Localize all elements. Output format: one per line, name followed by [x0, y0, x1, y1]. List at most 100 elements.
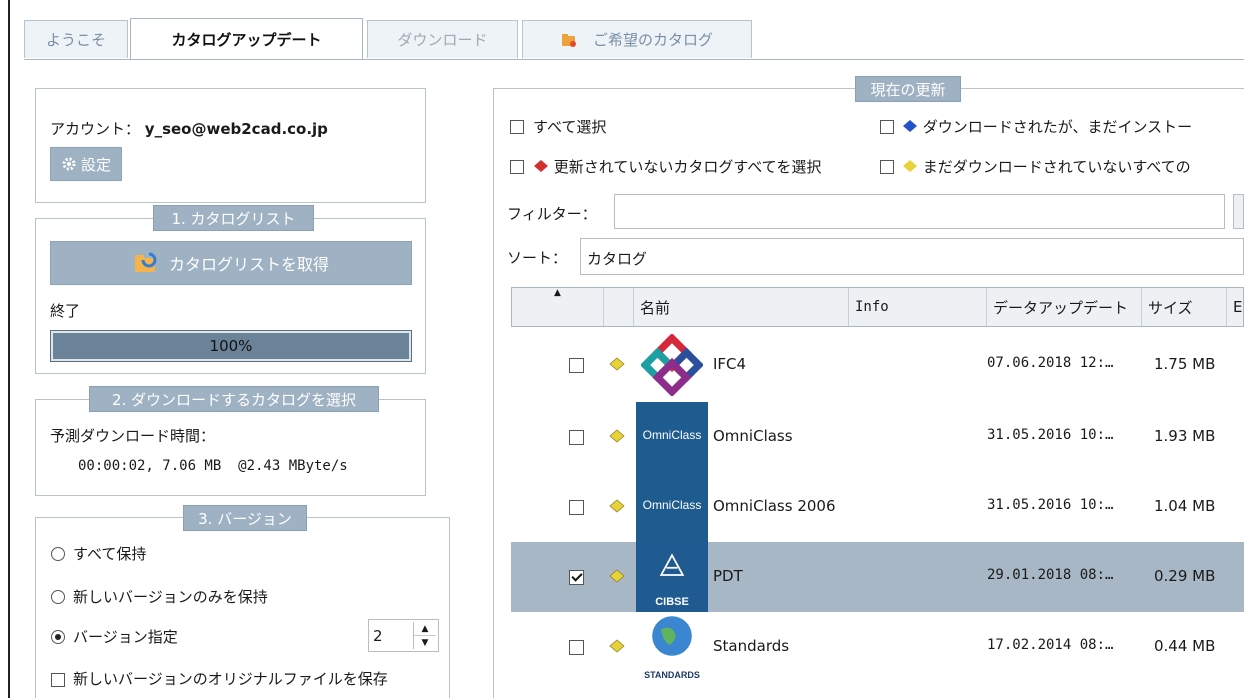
filter-input[interactable] [614, 194, 1225, 229]
table-row[interactable]: OmniClass OmniClass 2006 31.05.2016 10:…… [511, 472, 1244, 542]
yellow-diamond-icon [609, 569, 625, 583]
catalog-size: 1.93 MB [1154, 427, 1216, 445]
folder-heart-icon [561, 33, 576, 47]
tab-label: ご希望のカタログ [592, 31, 713, 49]
yellow-diamond-icon [609, 499, 625, 513]
tab-label: ダウンロード [397, 31, 488, 49]
keep-original-checkbox[interactable] [51, 673, 65, 687]
globe-icon [652, 616, 692, 656]
name-column-header[interactable]: 名前 [634, 288, 849, 326]
downloaded-not-installed-label: ダウンロードされたが、まだインストー [922, 118, 1193, 136]
yellow-diamond-icon [903, 160, 917, 172]
settings-button-label: 設定 [80, 155, 111, 174]
tab-catalog-update[interactable]: カタログアップデート [130, 18, 363, 60]
row-checkbox[interactable] [569, 570, 584, 585]
catalog-name: Standards [713, 637, 790, 655]
catalog-date: 31.05.2016 10:… [987, 427, 1114, 443]
progress-text: 100% [209, 337, 253, 355]
get-catalog-list-button[interactable]: カタログリストを取得 [50, 241, 412, 285]
data-update-column-header[interactable]: データアップデート [987, 288, 1142, 326]
omniclass-logo-text: OmniClass [642, 498, 702, 512]
not-downloaded-label: まだダウンロードされていないすべての [922, 158, 1191, 176]
red-diamond-icon [534, 160, 548, 172]
catalog-logo: OmniClass [636, 402, 708, 472]
tab-label: ようこそ [45, 31, 106, 49]
stepper-up-icon[interactable]: ▲ [414, 622, 436, 636]
sort-asc-icon: ▲ [554, 288, 561, 298]
catalog-date: 17.02.2014 08:… [987, 637, 1114, 653]
catalog-name: PDT [713, 567, 743, 585]
status-column-header[interactable] [604, 288, 634, 326]
version-count-stepper[interactable]: 2 ▲ ▼ [368, 619, 439, 652]
version-count-value: 2 [373, 627, 383, 645]
sort-select-value: カタログ [587, 250, 648, 268]
radio-keep-all[interactable] [51, 547, 65, 561]
downloaded-not-installed-checkbox[interactable] [880, 120, 894, 134]
radio-keep-newest[interactable] [51, 590, 65, 604]
catalog-size: 1.75 MB [1154, 355, 1216, 373]
select-not-updated-checkbox[interactable] [510, 160, 524, 174]
table-row[interactable]: CIBSE PDT 29.01.2018 08:… 0.29 MB [511, 542, 1244, 612]
stepper-buttons: ▲ ▼ [413, 622, 436, 649]
account-panel [35, 88, 426, 203]
filter-button[interactable] [1233, 194, 1244, 229]
table-row[interactable]: OmniClass OmniClass 31.05.2016 10:… 1.93… [511, 402, 1244, 472]
keep-original-label: 新しいバージョンのオリジナルファイルを保存 [73, 670, 388, 688]
catalog-name: IFC4 [713, 355, 747, 373]
catalog-logo: STANDARDS [636, 612, 708, 682]
yellow-diamond-icon [609, 639, 625, 653]
catalog-name: OmniClass [713, 427, 793, 445]
select-all-checkbox[interactable] [510, 120, 524, 134]
row-checkbox[interactable] [569, 500, 584, 515]
extra-column-header[interactable]: E [1227, 288, 1244, 326]
account-row: アカウント： y_seo@web2cad.co.jp [50, 118, 328, 139]
catalog-name: OmniClass 2006 [713, 497, 836, 515]
size-column-header[interactable]: サイズ [1142, 288, 1227, 326]
account-value: y_seo@web2cad.co.jp [144, 120, 328, 138]
row-checkbox[interactable] [569, 640, 584, 655]
cibse-logo-text: CIBSE [655, 596, 689, 608]
info-column-header[interactable]: Info [849, 288, 987, 326]
row-checkbox[interactable] [569, 358, 584, 373]
filter-label: フィルター： [507, 205, 597, 223]
gear-icon [62, 157, 76, 171]
tab-welcome[interactable]: ようこそ [24, 20, 128, 58]
tab-label: カタログアップデート [171, 31, 322, 49]
blue-diamond-icon [903, 120, 917, 132]
keep-newest-label: 新しいバージョンのみを保持 [73, 588, 268, 606]
catalog-size: 0.44 MB [1154, 637, 1216, 655]
stepper-down-icon[interactable]: ▼ [414, 636, 436, 649]
catalog-date: 07.06.2018 12:… [987, 355, 1114, 371]
tab-underline [24, 59, 1244, 60]
sort-column-header[interactable]: ▲ [512, 288, 604, 326]
get-catalog-list-label: カタログリストを取得 [168, 255, 329, 274]
omniclass-logo-text: OmniClass [642, 428, 702, 442]
catalog-logo [636, 330, 708, 400]
sort-label: ソート： [507, 249, 568, 267]
tab-favorite-catalogs[interactable]: ご希望のカタログ [522, 20, 752, 58]
estimate-label: 予測ダウンロード時間： [50, 427, 216, 445]
select-not-updated-row: 更新されていないカタログすべてを選択 [533, 156, 821, 177]
account-label: アカウント： [50, 120, 141, 138]
row-checkbox[interactable] [569, 430, 584, 445]
settings-button[interactable]: 設定 [50, 147, 122, 181]
yellow-diamond-icon [609, 357, 625, 371]
yellow-diamond-icon [609, 429, 625, 443]
catalog-grid-header: ▲ 名前 Info データアップデート サイズ E [511, 287, 1244, 327]
select-download-group [35, 399, 426, 496]
select-all-label: すべて選択 [533, 118, 607, 136]
sort-select[interactable]: カタログ [580, 238, 1244, 275]
catalog-list-title: 1. カタログリスト [153, 205, 314, 231]
tab-download[interactable]: ダウンロード [367, 20, 518, 58]
catalog-list-progress: 100% [50, 330, 412, 362]
estimate-value: 00:00:02, 7.06 MB @2.43 MByte/s [78, 458, 348, 474]
catalog-logo: OmniClass [636, 472, 708, 542]
catalog-logo: CIBSE [636, 542, 708, 612]
table-row[interactable]: STANDARDS Standards 17.02.2014 08:… 0.44… [511, 612, 1244, 682]
table-row[interactable]: IFC4 07.06.2018 12:… 1.75 MB [511, 330, 1244, 400]
list-status: 終了 [50, 302, 81, 320]
not-downloaded-checkbox[interactable] [880, 160, 894, 174]
radio-version-specified[interactable] [51, 630, 65, 644]
current-updates-title: 現在の更新 [855, 76, 961, 102]
window-left-border [8, 0, 10, 698]
